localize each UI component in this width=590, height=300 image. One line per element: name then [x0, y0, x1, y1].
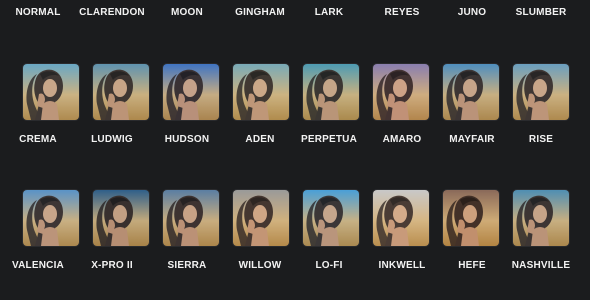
filter-label-amaro[interactable]: AMARO [364, 132, 440, 148]
portrait-image [373, 190, 429, 246]
filter-thumbnail[interactable] [162, 189, 220, 247]
portrait-image [163, 190, 219, 246]
filter-thumbnail[interactable] [512, 63, 570, 121]
portrait-image [93, 64, 149, 120]
filter-label-lark[interactable]: LARK [291, 5, 367, 21]
portrait-image [233, 190, 289, 246]
filter-thumbnail[interactable] [22, 63, 80, 121]
filter-label-hefe[interactable]: HEFE [434, 258, 510, 274]
portrait-image [303, 64, 359, 120]
filter-label-gingham[interactable]: GINGHAM [222, 5, 298, 21]
filter-label-reyes[interactable]: REYES [364, 5, 440, 21]
filter-label-row: CREMA LUDWIG HUDSON ADEN PERPETUA AMARO … [0, 132, 590, 148]
portrait-image [163, 64, 219, 120]
portrait-image [303, 190, 359, 246]
filter-label-sierra[interactable]: SIERRA [149, 258, 225, 274]
filter-thumbnail[interactable] [372, 189, 430, 247]
filter-thumbnail[interactable] [162, 63, 220, 121]
portrait-image [23, 190, 79, 246]
filter-thumbnail[interactable] [92, 189, 150, 247]
filter-label-mayfair[interactable]: MAYFAIR [434, 132, 510, 148]
filter-thumbnail[interactable] [302, 63, 360, 121]
filter-thumbnail[interactable] [512, 189, 570, 247]
filter-label-nashville[interactable]: NASHVILLE [503, 258, 579, 274]
portrait-image [443, 190, 499, 246]
filter-label-clarendon[interactable]: CLARENDON [74, 5, 150, 21]
filter-thumbnail[interactable] [302, 189, 360, 247]
filter-thumbnail[interactable] [442, 63, 500, 121]
filter-thumbnail-row [0, 189, 590, 247]
portrait-image [23, 64, 79, 120]
filter-label-slumber[interactable]: SLUMBER [503, 5, 579, 21]
filter-label-aden[interactable]: ADEN [222, 132, 298, 148]
filter-label-moon[interactable]: MOON [149, 5, 225, 21]
filter-thumbnail[interactable] [232, 189, 290, 247]
filter-label-willow[interactable]: WILLOW [222, 258, 298, 274]
filter-thumbnail[interactable] [442, 189, 500, 247]
filter-label-lo-fi[interactable]: LO-FI [291, 258, 367, 274]
filter-thumbnail[interactable] [92, 63, 150, 121]
portrait-image [373, 64, 429, 120]
portrait-image [513, 190, 569, 246]
filter-label-juno[interactable]: JUNO [434, 5, 510, 21]
filter-label-row: NORMAL CLARENDON MOON GINGHAM LARK REYES… [0, 5, 590, 21]
filter-label-hudson[interactable]: HUDSON [149, 132, 225, 148]
filter-thumbnail[interactable] [232, 63, 290, 121]
filter-thumbnail[interactable] [372, 63, 430, 121]
filter-thumbnail-row [0, 63, 590, 121]
filter-label-ludwig[interactable]: LUDWIG [74, 132, 150, 148]
portrait-image [233, 64, 289, 120]
filter-label-normal[interactable]: NORMAL [0, 5, 76, 21]
filter-thumbnail[interactable] [22, 189, 80, 247]
filter-grid: NORMAL CLARENDON MOON GINGHAM LARK REYES… [0, 0, 590, 300]
filter-label-row: VALENCIA X-PRO II SIERRA WILLOW LO-FI IN… [0, 258, 590, 274]
filter-label-x-pro-ii[interactable]: X-PRO II [74, 258, 150, 274]
portrait-image [443, 64, 499, 120]
filter-label-crema[interactable]: CREMA [0, 132, 76, 148]
portrait-image [513, 64, 569, 120]
filter-label-perpetua[interactable]: PERPETUA [291, 132, 367, 148]
filter-label-valencia[interactable]: VALENCIA [0, 258, 76, 274]
filter-label-rise[interactable]: RISE [503, 132, 579, 148]
portrait-image [93, 190, 149, 246]
filter-label-inkwell[interactable]: INKWELL [364, 258, 440, 274]
